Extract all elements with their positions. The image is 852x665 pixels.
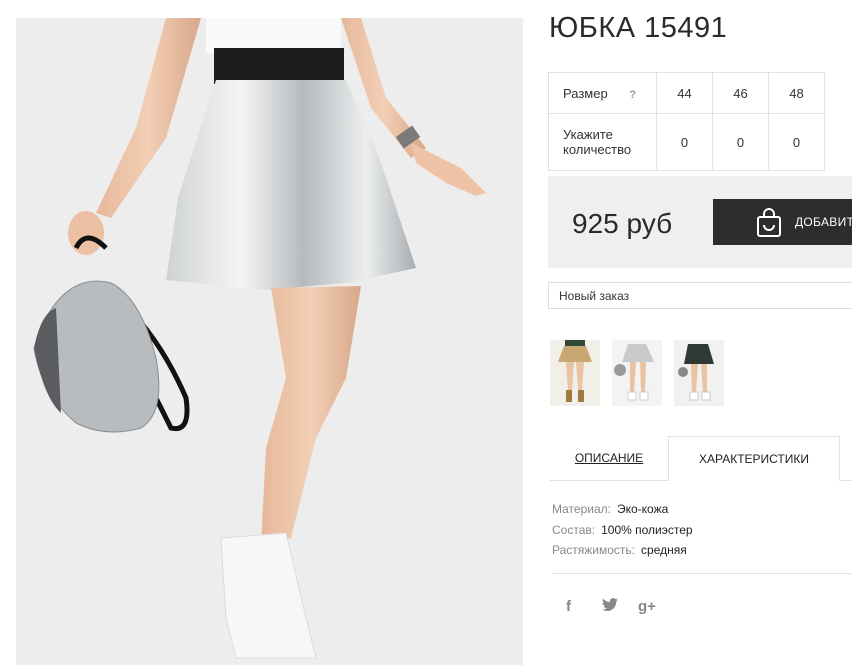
size-48: 48 (768, 72, 825, 114)
product-title: ЮБКА 15491 (549, 12, 728, 44)
property-value: 100% полиэстер (601, 522, 693, 537)
size-help-icon[interactable]: ? (629, 89, 636, 101)
tab-underline (840, 480, 852, 481)
size-44: 44 (656, 72, 713, 114)
property-label: Растяжимость: (552, 543, 636, 557)
price-box: 925 руб ДОБАВИТЬ (548, 176, 852, 268)
add-to-cart-label: ДОБАВИТЬ (795, 215, 852, 229)
size-label: Размер (563, 85, 608, 101)
add-to-cart-button[interactable]: ДОБАВИТЬ (713, 199, 852, 245)
quantity-input-44[interactable]: 0 (656, 113, 713, 171)
facebook-icon[interactable]: f (566, 598, 571, 615)
tab-description[interactable]: ОПИСАНИЕ (550, 436, 668, 481)
property-row: Материал: Эко-кожа (552, 499, 693, 520)
product-tabs: ОПИСАНИЕ ХАРАКТЕРИСТИКИ (550, 436, 852, 481)
price: 925 руб (572, 208, 673, 239)
quantity-input-48[interactable]: 0 (768, 113, 825, 171)
tab-characteristics[interactable]: ХАРАКТЕРИСТИКИ (668, 436, 840, 481)
skirt-image (16, 18, 523, 665)
product-photo[interactable] (16, 18, 523, 665)
quantity-label-line1: Укажите (563, 127, 613, 142)
property-value: Эко-кожа (616, 502, 669, 516)
properties-list: Материал: Эко-кожа Состав: 100% полиэстер … (552, 499, 693, 561)
quantity-label-line2: количество (563, 142, 632, 157)
google-plus-icon[interactable]: g+ (638, 598, 656, 615)
bag-icon (757, 208, 781, 237)
twitter-icon[interactable] (602, 598, 618, 615)
size-table: Размер ? 44 46 48 Укажите количество 0 0… (548, 72, 825, 171)
thumbnail-dark[interactable] (674, 340, 724, 406)
size-label-cell: Размер ? (548, 72, 657, 114)
property-label: Состав: (552, 522, 596, 537)
quantity-label-cell: Укажите количество (548, 113, 657, 171)
property-label: Материал: (552, 502, 611, 516)
quantity-input-46[interactable]: 0 (712, 113, 769, 171)
thumbnail-gold[interactable] (550, 340, 600, 406)
size-46: 46 (712, 72, 769, 114)
property-row: Растяжимость: средняя (552, 540, 693, 561)
property-value: средняя (641, 543, 687, 557)
property-row: Состав: 100% полиэстер (552, 520, 693, 541)
thumbnail-silver[interactable] (612, 340, 662, 406)
order-select[interactable]: Новый заказ (548, 282, 852, 309)
divider (552, 573, 852, 574)
